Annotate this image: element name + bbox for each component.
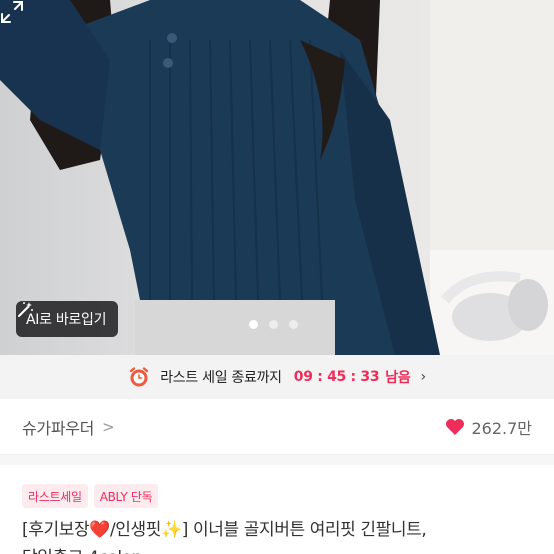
carousel-dot-3[interactable] — [289, 320, 298, 329]
like-count: 262.7만 — [471, 418, 532, 438]
expand-icon[interactable] — [0, 0, 24, 24]
badge-ably-exclusive: ABLY 단독 — [93, 484, 159, 508]
carousel-dot-2[interactable] — [269, 320, 278, 329]
ai-try-on-label: AI로 바로입기 — [26, 312, 107, 328]
ai-try-on-button[interactable]: AI로 바로입기 — [16, 301, 119, 337]
store-name: 슈가파우더 — [22, 418, 95, 438]
product-title-line-1: [후기보장❤️/인생핏✨] 이너블 골지버튼 여리핏 긴팔니트, — [22, 520, 427, 540]
product-image[interactable]: AI로 바로입기 — [0, 0, 554, 355]
magic-wand-icon — [18, 302, 33, 317]
alarm-clock-icon — [130, 367, 149, 387]
badge-last-sale: 라스트세일 — [22, 484, 88, 508]
store-link[interactable]: 슈가파우더 > — [22, 415, 115, 439]
chevron-right-icon: > — [102, 417, 115, 436]
product-badges: 라스트세일 ABLY 단독 — [22, 484, 159, 508]
sale-remain-label: 남음 — [385, 370, 411, 386]
carousel-dot-1[interactable] — [249, 320, 258, 329]
sale-label: 라스트 세일 종료까지 — [160, 370, 282, 386]
store-row: 슈가파우더 > 262.7만 — [0, 399, 554, 455]
section-divider — [0, 455, 554, 465]
carousel-indicator — [249, 320, 298, 329]
sale-countdown-time: 09 : 45 : 33 — [293, 369, 380, 385]
chevron-right-icon: › — [420, 369, 426, 385]
heart-icon — [446, 418, 465, 435]
last-sale-countdown[interactable]: 라스트 세일 종료까지 09 : 45 : 33 남음 › — [0, 355, 554, 399]
product-title-line-2: 당일출고 4color — [22, 544, 542, 554]
product-title: [후기보장❤️/인생핏✨] 이너블 골지버튼 여리핏 긴팔니트, 당일출고 4c… — [22, 516, 542, 554]
like-button[interactable]: 262.7만 — [445, 415, 532, 439]
